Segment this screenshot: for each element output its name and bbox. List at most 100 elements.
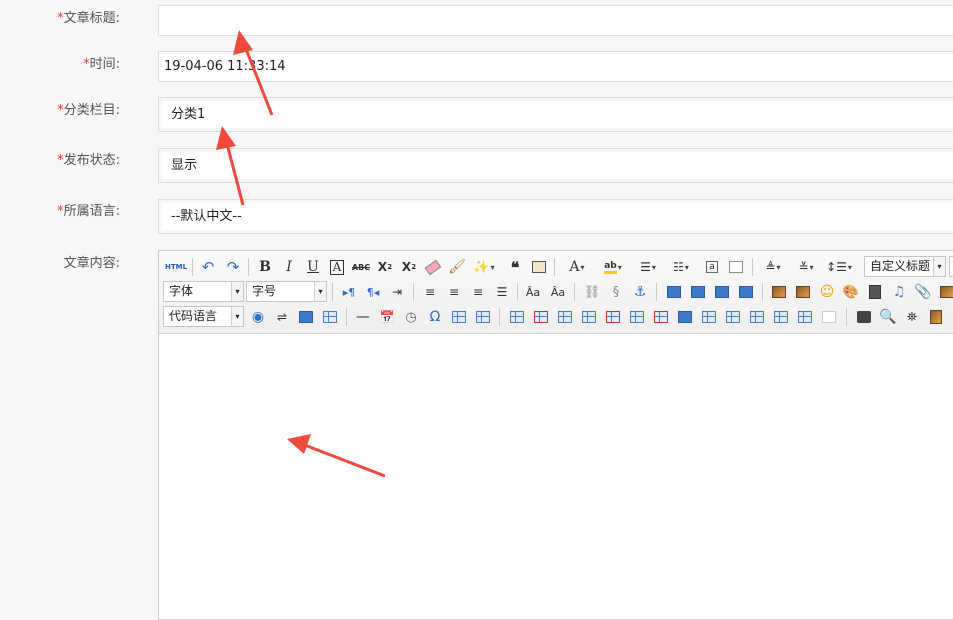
category-select[interactable]: 分类1	[158, 97, 953, 132]
background-icon[interactable]	[320, 307, 340, 327]
merge-down-icon[interactable]	[723, 307, 743, 327]
insert-row-icon[interactable]	[579, 307, 599, 327]
chevron-down-icon: ▾	[933, 257, 945, 276]
align-center-icon[interactable]: ≡	[444, 282, 464, 302]
eraser-icon[interactable]	[423, 257, 443, 277]
page-break-icon[interactable]: ⇌	[272, 307, 292, 327]
search-replace-icon[interactable]: ⛯	[902, 307, 922, 327]
toolbar-separator	[554, 258, 555, 276]
image-right-icon[interactable]	[712, 282, 732, 302]
delete-row-icon[interactable]	[603, 307, 623, 327]
unlink-icon[interactable]: §	[606, 282, 626, 302]
ltr-direction-icon[interactable]: ▸¶	[339, 282, 359, 302]
code-language-select[interactable]: 代码语言 ▾	[163, 306, 244, 327]
status-select[interactable]: 显示	[158, 148, 953, 183]
indent-icon[interactable]: ⇥	[387, 282, 407, 302]
lowercase-icon[interactable]: Âa	[548, 282, 568, 302]
strikethrough-icon[interactable]: ABC	[351, 257, 371, 277]
background-color-icon[interactable]: ab	[598, 257, 628, 277]
anchor-icon[interactable]: ⚓	[630, 282, 650, 302]
time-icon[interactable]: ◷	[401, 307, 421, 327]
insert-frame-icon[interactable]: ◉	[248, 307, 268, 327]
insert-image-icon[interactable]	[793, 282, 813, 302]
toolbar-separator	[346, 308, 347, 326]
editor-content-area[interactable]	[159, 334, 953, 619]
music-icon[interactable]: ♫	[889, 282, 909, 302]
edit-icon[interactable]	[473, 307, 493, 327]
font-size-select[interactable]: 字号 ▾	[246, 281, 327, 302]
split-cells-icon[interactable]	[747, 307, 767, 327]
html-source-button[interactable]: HTML	[165, 257, 187, 277]
insert-col-icon[interactable]	[627, 307, 647, 327]
merge-cells-icon[interactable]	[675, 307, 695, 327]
undo-icon[interactable]: ↶	[198, 257, 218, 277]
align-justify-icon[interactable]: ☰	[492, 282, 512, 302]
insert-paragraph-before-table-icon[interactable]	[555, 307, 575, 327]
map-icon[interactable]	[937, 282, 953, 302]
simple-upload-icon[interactable]	[769, 282, 789, 302]
ordered-list-icon[interactable]: ☰	[634, 257, 662, 277]
unordered-list-icon[interactable]: ☷	[667, 257, 695, 277]
template-icon[interactable]	[296, 307, 316, 327]
date-icon[interactable]: 📅	[377, 307, 397, 327]
chevron-down-icon: ▾	[231, 282, 243, 301]
heading-select[interactable]: 自定义标题 ▾	[864, 256, 946, 277]
paste-text-icon[interactable]	[529, 257, 549, 277]
superscript-icon[interactable]: X2	[375, 257, 395, 277]
format-brush-icon[interactable]: 🖌	[447, 257, 467, 277]
toolbar-separator	[752, 258, 753, 276]
align-right-icon[interactable]: ≡	[468, 282, 488, 302]
split-cols-icon[interactable]	[795, 307, 815, 327]
chevron-down-icon: ▾	[231, 307, 243, 326]
split-rows-icon[interactable]	[771, 307, 791, 327]
emotion-icon[interactable]: ☺	[817, 282, 837, 302]
content-label: 文章内容:	[63, 256, 120, 271]
subscript-icon[interactable]: X2	[399, 257, 419, 277]
toolbar-separator	[332, 283, 333, 301]
toolbar-separator	[248, 258, 249, 276]
time-input[interactable]: 19-04-06 11:33:14	[158, 51, 953, 82]
font-family-select[interactable]: 字体 ▾	[163, 281, 244, 302]
horizontal-rule-icon[interactable]: —	[353, 307, 373, 327]
align-left-icon[interactable]: ≡	[420, 282, 440, 302]
select-all-icon[interactable]: a	[702, 257, 722, 277]
delete-table-icon[interactable]	[531, 307, 551, 327]
paragraph-format-select[interactable]	[949, 256, 953, 277]
special-char-icon[interactable]: Ω	[425, 307, 445, 327]
uppercase-icon[interactable]: Âa	[523, 282, 543, 302]
wordimage-icon[interactable]	[449, 307, 469, 327]
image-none-icon[interactable]	[664, 282, 684, 302]
auto-format-icon[interactable]: ✨	[471, 257, 497, 277]
print-icon[interactable]	[854, 307, 874, 327]
toolbar-separator	[574, 283, 575, 301]
blockquote-icon[interactable]: ❝	[505, 257, 525, 277]
draft-icon[interactable]	[926, 307, 946, 327]
toolbar-separator	[517, 283, 518, 301]
language-select[interactable]: --默认中文--	[158, 199, 953, 234]
paragraph-spacing-top-icon[interactable]: ≜	[759, 257, 787, 277]
scrawl-icon[interactable]: 🎨	[841, 282, 861, 302]
italic-icon[interactable]: I	[279, 257, 299, 277]
delete-col-icon[interactable]	[651, 307, 671, 327]
preview-icon[interactable]: 🔍	[878, 307, 898, 327]
redo-icon[interactable]: ↷	[223, 257, 243, 277]
rich-text-editor: HTML ↶ ↷ B I U A ABC X2 X2 🖌 ✨ ❝ A ab ☰ …	[158, 250, 953, 620]
paragraph-spacing-bottom-icon[interactable]: ≚	[792, 257, 820, 277]
bold-icon[interactable]: B	[255, 257, 275, 277]
insert-video-icon[interactable]	[865, 282, 885, 302]
clear-doc-icon[interactable]	[726, 257, 746, 277]
chart-icon[interactable]	[819, 307, 839, 327]
font-border-icon[interactable]: A	[327, 257, 347, 277]
image-center-icon[interactable]	[736, 282, 756, 302]
image-left-icon[interactable]	[688, 282, 708, 302]
title-input[interactable]	[158, 5, 953, 36]
insert-table-icon[interactable]	[507, 307, 527, 327]
link-icon[interactable]: ⛓	[582, 282, 602, 302]
toolbar-row-1: HTML ↶ ↷ B I U A ABC X2 X2 🖌 ✨ ❝ A ab ☰ …	[162, 255, 953, 279]
attachment-icon[interactable]: 📎	[913, 282, 933, 302]
underline-icon[interactable]: U	[303, 257, 323, 277]
rtl-direction-icon[interactable]: ¶◂	[363, 282, 383, 302]
line-height-icon[interactable]: ↕☰	[825, 257, 853, 277]
merge-right-icon[interactable]	[699, 307, 719, 327]
font-color-icon[interactable]: A	[562, 257, 592, 277]
